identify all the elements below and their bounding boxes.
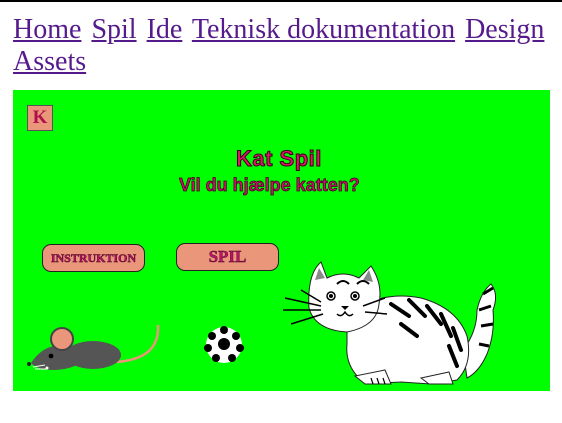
- main-nav: Home Spil Ide Teknisk dokumentation Desi…: [13, 14, 553, 78]
- nav-link-spil[interactable]: Spil: [91, 14, 136, 45]
- cat-icon: [283, 261, 497, 385]
- nav-link-teknisk-dokumentation[interactable]: Teknisk dokumentation: [192, 14, 455, 45]
- k-button[interactable]: K: [27, 105, 53, 131]
- nav-link-design[interactable]: Design: [465, 14, 544, 45]
- game-title: Kat Spil: [236, 146, 322, 172]
- game-canvas[interactable]: K Kat Spil Vil du hjælpe katten? INSTRUK…: [13, 90, 550, 391]
- nav-link-home[interactable]: Home: [13, 14, 81, 45]
- nav-link-assets[interactable]: Assets: [13, 46, 86, 77]
- instruction-button[interactable]: INSTRUKTION: [42, 244, 145, 272]
- play-button[interactable]: SPIL: [176, 243, 279, 271]
- mouse-icon: [27, 324, 160, 370]
- game-subtitle: Vil du hjælpe katten?: [179, 175, 360, 196]
- ball-icon: [204, 326, 244, 363]
- top-border: [0, 0, 562, 2]
- nav-link-ide[interactable]: Ide: [147, 14, 183, 45]
